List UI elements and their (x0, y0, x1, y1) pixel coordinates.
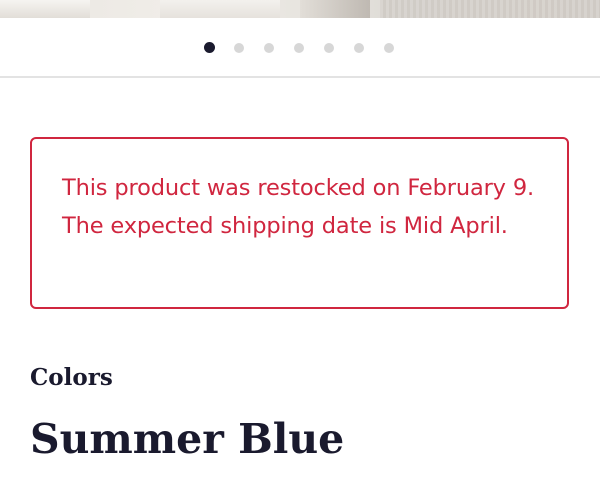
shipping-date-message: The expected shipping date is Mid April. (62, 213, 508, 239)
carousel-dot-7[interactable] (384, 43, 394, 53)
carousel-dot-5[interactable] (324, 43, 334, 53)
carousel-dot-2[interactable] (234, 43, 244, 53)
carousel-dot-4[interactable] (294, 43, 304, 53)
restock-alert: This product was restocked on February 9… (30, 137, 569, 309)
product-image-shade (160, 0, 280, 18)
product-image-shade (300, 0, 370, 18)
product-image[interactable] (0, 0, 600, 18)
image-carousel-pagination (0, 18, 600, 78)
selected-color-name: Summer Blue (30, 415, 345, 463)
product-image-texture (380, 0, 600, 18)
carousel-dot-3[interactable] (264, 43, 274, 53)
carousel-dot-1[interactable] (204, 42, 215, 53)
colors-label: Colors (30, 364, 113, 391)
carousel-dot-6[interactable] (354, 43, 364, 53)
product-image-shade (0, 0, 90, 18)
restock-date-message: This product was restocked on February 9… (62, 175, 535, 201)
